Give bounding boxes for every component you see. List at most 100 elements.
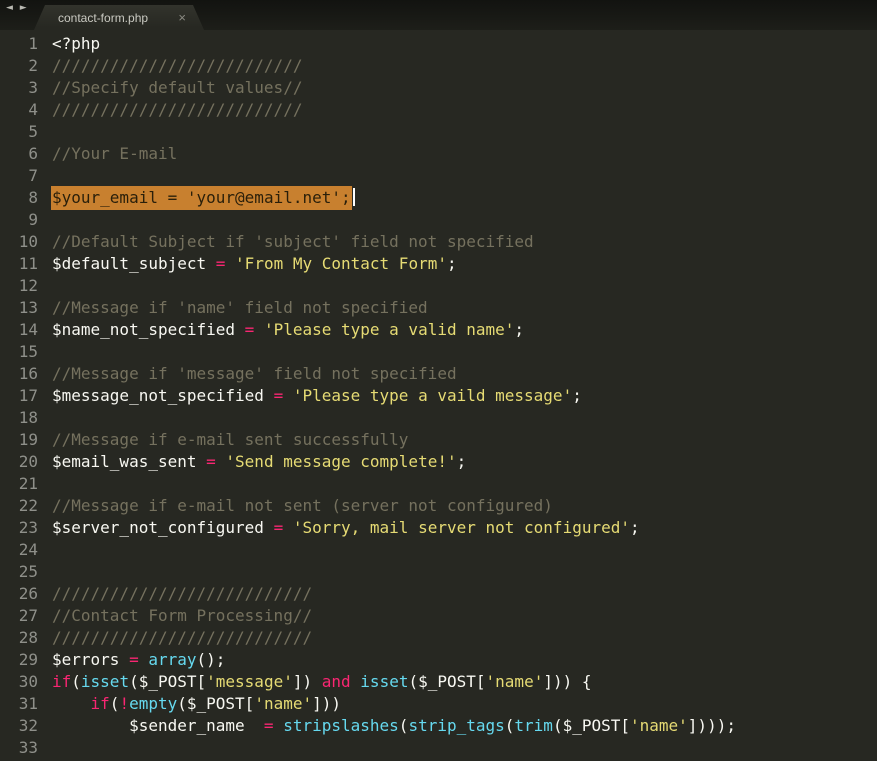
code-line[interactable]: 10//Default Subject if 'subject' field n… <box>0 231 877 253</box>
line-number[interactable]: 13 <box>0 297 38 319</box>
code-line[interactable]: 1 <?php <box>0 33 877 55</box>
nav-forward-icon[interactable]: ► <box>20 3 27 13</box>
code-line[interactable]: 32 $sender_name = stripslashes(strip_tag… <box>0 715 877 737</box>
code-line[interactable]: 12 <box>0 275 877 297</box>
line-number[interactable]: 21 <box>0 473 38 495</box>
code-line[interactable]: 20$email_was_sent = 'Send message comple… <box>0 451 877 473</box>
line-number[interactable]: 23 <box>0 517 38 539</box>
line-number[interactable]: 19 <box>0 429 38 451</box>
line-number[interactable]: 1 <box>0 33 38 55</box>
code-line[interactable]: 28/////////////////////////// <box>0 627 877 649</box>
line-number[interactable]: 7 <box>0 165 38 187</box>
line-number[interactable]: 2 <box>0 55 38 77</box>
line-number[interactable]: 11 <box>0 253 38 275</box>
code-line[interactable]: 16 //Message if 'message' field not speci… <box>0 363 877 385</box>
line-number[interactable]: 9 <box>0 209 38 231</box>
token-plain <box>274 716 284 735</box>
token-comment: //Message if 'message' field not specifi… <box>52 364 457 383</box>
code-line[interactable]: 7 <box>0 165 877 187</box>
code-text <box>38 539 52 561</box>
code-line[interactable]: 22 //Message if e-mail not sent (server n… <box>0 495 877 517</box>
token-plain: ; <box>572 386 582 405</box>
code-line[interactable]: 6//Your E-mail <box>0 143 877 165</box>
line-number[interactable]: 29 <box>0 649 38 671</box>
token-str: 'name' <box>254 694 312 713</box>
line-number[interactable]: 28 <box>0 627 38 649</box>
code-line[interactable]: 3//Specify default values// <box>0 77 877 99</box>
code-text: $sender_name = stripslashes(strip_tags(t… <box>38 715 736 737</box>
line-number[interactable]: 30 <box>0 671 38 693</box>
line-number[interactable]: 24 <box>0 539 38 561</box>
code-line[interactable]: 2////////////////////////// <box>0 55 877 77</box>
code-line[interactable]: 18 <box>0 407 877 429</box>
line-number[interactable]: 5 <box>0 121 38 143</box>
line-number[interactable]: 25 <box>0 561 38 583</box>
token-plain: ]) <box>293 672 322 691</box>
code-text <box>38 561 52 583</box>
line-number[interactable]: 15 <box>0 341 38 363</box>
line-number[interactable]: 33 <box>0 737 38 759</box>
code-text: $email_was_sent = 'Send message complete… <box>38 451 466 473</box>
line-number[interactable]: 22 <box>0 495 38 517</box>
tab-close-icon[interactable]: × <box>178 11 186 24</box>
token-fn: trim <box>514 716 553 735</box>
code-text: //Message if 'message' field not specifi… <box>38 363 457 385</box>
nav-back-icon[interactable]: ◄ <box>6 3 13 13</box>
code-line[interactable]: 33 <box>0 737 877 759</box>
token-plain: <?php <box>52 34 100 53</box>
line-number[interactable]: 27 <box>0 605 38 627</box>
code-line[interactable]: 11$default_subject = 'From My Contact Fo… <box>0 253 877 275</box>
line-number[interactable]: 4 <box>0 99 38 121</box>
line-number[interactable]: 10 <box>0 231 38 253</box>
code-line[interactable]: 21 <box>0 473 877 495</box>
code-text: /////////////////////////// <box>38 583 312 605</box>
code-text: //Contact Form Processing// <box>38 605 312 627</box>
line-number[interactable]: 17 <box>0 385 38 407</box>
token-comment: //Message if e-mail not sent (server not… <box>52 496 553 515</box>
token-plain: ( <box>110 694 120 713</box>
code-line[interactable]: 8$your_email = 'your@email.net'; <box>0 187 877 209</box>
code-area[interactable]: 1 <?php 2//////////////////////////3//Spec… <box>0 30 877 759</box>
tab-contact-form-php[interactable]: contact-form.php × <box>34 5 204 30</box>
code-line[interactable]: 13//Message if 'name' field not specifie… <box>0 297 877 319</box>
token-comment: //Contact Form Processing// <box>52 606 312 625</box>
code-text: <?php <box>38 33 100 55</box>
line-number[interactable]: 20 <box>0 451 38 473</box>
code-line[interactable]: 14$name_not_specified = 'Please type a v… <box>0 319 877 341</box>
code-line[interactable]: 17$message_not_specified = 'Please type … <box>0 385 877 407</box>
code-line[interactable]: 19//Message if e-mail sent successfully <box>0 429 877 451</box>
token-plain: $message_not_specified <box>52 386 274 405</box>
code-line[interactable]: 9 <box>0 209 877 231</box>
code-text: $name_not_specified = 'Please type a val… <box>38 319 524 341</box>
line-number[interactable]: 8 <box>0 187 38 209</box>
line-number[interactable]: 3 <box>0 77 38 99</box>
line-number[interactable]: 12 <box>0 275 38 297</box>
token-str: 'Sorry, mail server not configured' <box>293 518 630 537</box>
line-number[interactable]: 16 <box>0 363 38 385</box>
code-line[interactable]: 26/////////////////////////// <box>0 583 877 605</box>
line-number[interactable]: 18 <box>0 407 38 429</box>
token-str: 'Please type a vaild message' <box>293 386 572 405</box>
line-number[interactable]: 31 <box>0 693 38 715</box>
code-line[interactable]: 15 <box>0 341 877 363</box>
code-line[interactable]: 25 <box>0 561 877 583</box>
line-number[interactable]: 6 <box>0 143 38 165</box>
code-line[interactable]: 30if(isset($_POST['message']) and isset(… <box>0 671 877 693</box>
token-str: 'message' <box>206 672 293 691</box>
token-fn: empty <box>129 694 177 713</box>
code-line[interactable]: 29$errors = array(); <box>0 649 877 671</box>
token-plain <box>52 694 91 713</box>
token-str: 'your@email.net' <box>187 188 341 207</box>
code-text: $errors = array(); <box>38 649 225 671</box>
line-number[interactable]: 32 <box>0 715 38 737</box>
code-text: ////////////////////////// <box>38 55 302 77</box>
code-line[interactable]: 27 //Contact Form Processing// <box>0 605 877 627</box>
code-line[interactable]: 23$server_not_configured = 'Sorry, mail … <box>0 517 877 539</box>
code-line[interactable]: 31 if(!empty($_POST['name'])) <box>0 693 877 715</box>
line-number[interactable]: 26 <box>0 583 38 605</box>
line-number[interactable]: 14 <box>0 319 38 341</box>
token-op: = <box>206 452 216 471</box>
code-line[interactable]: 24 <box>0 539 877 561</box>
code-line[interactable]: 5 <box>0 121 877 143</box>
code-line[interactable]: 4////////////////////////// <box>0 99 877 121</box>
